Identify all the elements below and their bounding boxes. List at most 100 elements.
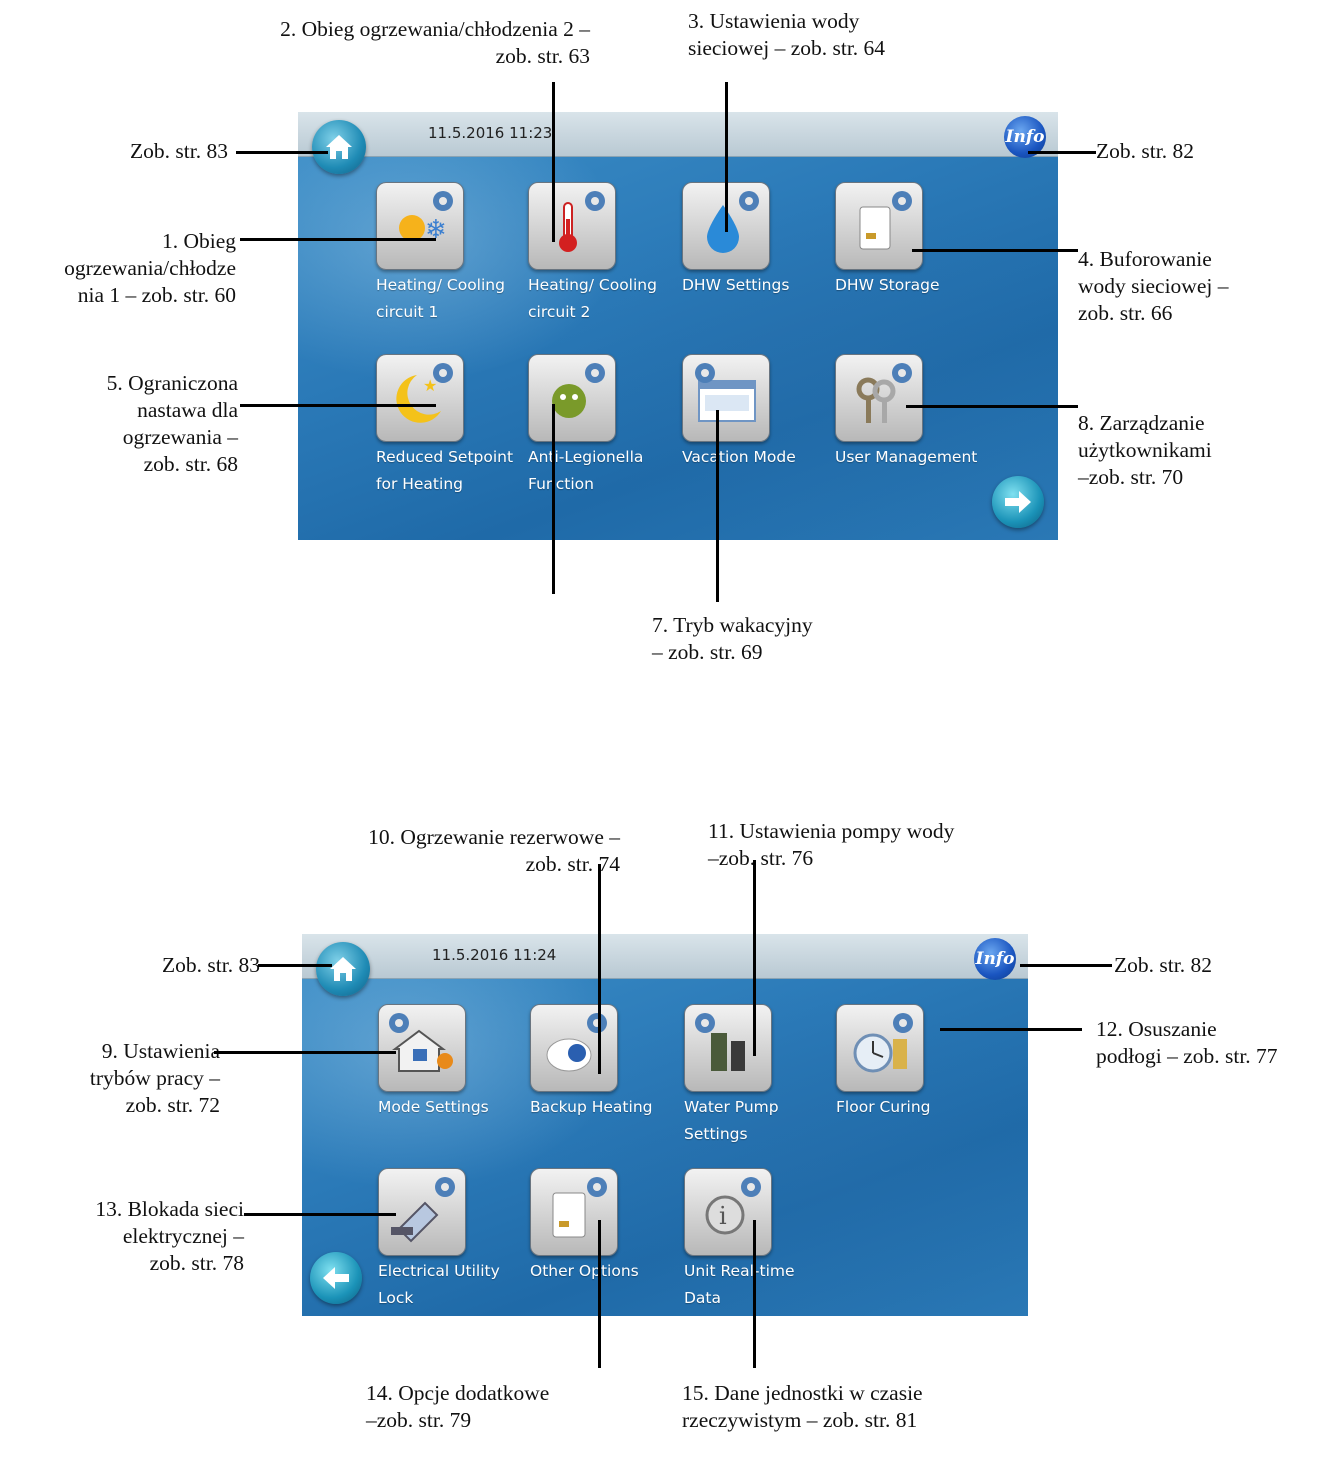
top-bar: 11.5.2016 11:24 xyxy=(302,934,1028,979)
tile-label: Reduced Setpoint for Heating xyxy=(376,448,514,493)
annotation-real-time-data: 15. Dane jednostki w czasie rzeczywistym… xyxy=(682,1381,923,1432)
annotation-reduced-setpoint: 5. Ograniczona nastawa dla ogrzewania – … xyxy=(106,371,238,476)
annotation-water-pump: 11. Ustawienia pompy wody –zob. str. 76 xyxy=(708,819,955,870)
info-icon: Info xyxy=(975,949,1015,969)
leader-line xyxy=(753,1220,756,1368)
tile-other-options[interactable]: Other Options xyxy=(530,1168,680,1285)
leader-line xyxy=(552,404,555,594)
tile-label: Other Options xyxy=(530,1262,639,1280)
tile-label: Vacation Mode xyxy=(682,448,796,466)
annotation-circuit-1: 1. Obieg ogrzewania/chłodze nia 1 – zob.… xyxy=(64,229,236,307)
house-flame-gear-icon xyxy=(378,1004,466,1092)
pump-gear-icon xyxy=(684,1004,772,1092)
tile-dhw-storage[interactable]: DHW Storage xyxy=(835,182,985,299)
tile-label: Floor Curing xyxy=(836,1098,931,1116)
tile-backup-heating[interactable]: Backup Heating xyxy=(530,1004,680,1121)
leader-line xyxy=(912,249,1078,252)
menu-screen-1: 11.5.2016 11:23 Info ❄ Heating/ Cooling … xyxy=(298,112,1058,540)
tile-user-management[interactable]: User Management xyxy=(835,354,985,471)
tile-label: DHW Settings xyxy=(682,276,790,294)
leader-line xyxy=(1020,964,1112,967)
tile-heating-cooling-circuit-1[interactable]: ❄ Heating/ Cooling circuit 1 xyxy=(376,182,526,326)
svg-text:i: i xyxy=(719,1202,727,1230)
leader-line xyxy=(598,864,601,1074)
top-bar: 11.5.2016 11:23 xyxy=(298,112,1058,157)
leader-line xyxy=(598,1220,601,1368)
tile-label: DHW Storage xyxy=(835,276,940,294)
annotation-floor-curing: 12. Osuszanie podłogi – zob. str. 77 xyxy=(1096,1017,1278,1068)
leader-line xyxy=(258,964,332,967)
leader-line xyxy=(725,82,728,232)
tile-dhw-settings[interactable]: DHW Settings xyxy=(682,182,832,299)
leader-line xyxy=(716,410,719,602)
back-page-button[interactable] xyxy=(310,1252,362,1304)
annotation-home-2: Zob. str. 83 xyxy=(162,953,260,977)
home-button[interactable] xyxy=(312,120,366,174)
annotation-other-options: 14. Opcje dodatkowe –zob. str. 79 xyxy=(366,1381,550,1432)
leader-line xyxy=(906,405,1078,408)
plug-gear-icon xyxy=(378,1168,466,1256)
leader-line xyxy=(214,1051,396,1054)
germ-gear-icon xyxy=(528,354,616,442)
info-button[interactable]: Info xyxy=(974,938,1016,980)
leader-line xyxy=(552,82,555,242)
leader-line xyxy=(753,860,756,1056)
tile-reduced-setpoint[interactable]: ★ Reduced Setpoint for Heating xyxy=(376,354,526,498)
tile-water-pump-settings[interactable]: Water Pump Settings xyxy=(684,1004,834,1148)
datetime: 11.5.2016 11:23 xyxy=(428,124,553,142)
tile-label: Heating/ Cooling circuit 1 xyxy=(376,276,505,321)
home-icon xyxy=(326,135,352,159)
clock-gear-icon xyxy=(836,1004,924,1092)
tile-label: Mode Settings xyxy=(378,1098,489,1116)
water-tank-gear-icon xyxy=(835,182,923,270)
next-page-button[interactable] xyxy=(992,476,1044,528)
annotation-mode-settings: 9. Ustawienia trybów pracy – zob. str. 7… xyxy=(89,1039,220,1117)
info-icon: Info xyxy=(1005,127,1045,147)
menu-screen-2: 11.5.2016 11:24 Info Mode Settings Backu… xyxy=(302,934,1028,1316)
leader-line xyxy=(240,404,436,407)
annotation-info-2: Zob. str. 82 xyxy=(1114,953,1212,977)
annotation-vacation-mode: 7. Tryb wakacyjny – zob. str. 69 xyxy=(652,613,813,664)
leader-line xyxy=(940,1028,1082,1031)
heater-gear-icon xyxy=(530,1004,618,1092)
datetime: 11.5.2016 11:24 xyxy=(432,946,557,964)
tile-label: Backup Heating xyxy=(530,1098,653,1116)
tile-label: User Management xyxy=(835,448,978,466)
tile-label: Electrical Utility Lock xyxy=(378,1262,500,1307)
tile-heating-cooling-circuit-2[interactable]: Heating/ Cooling circuit 2 xyxy=(528,182,678,326)
leader-line xyxy=(236,151,328,154)
home-icon xyxy=(330,957,356,981)
home-button[interactable] xyxy=(316,942,370,996)
leader-line xyxy=(240,238,436,241)
tile-electrical-utility-lock[interactable]: Electrical Utility Lock xyxy=(378,1168,528,1312)
leader-line xyxy=(1028,151,1096,154)
tile-label: Heating/ Cooling circuit 2 xyxy=(528,276,657,321)
thermometer-gear-icon xyxy=(528,182,616,270)
info-gear-icon: i xyxy=(684,1168,772,1256)
next-arrow-icon xyxy=(1005,491,1031,513)
tile-floor-curing[interactable]: Floor Curing xyxy=(836,1004,986,1121)
keys-gear-icon xyxy=(835,354,923,442)
sun-snowflake-gear-icon: ❄ xyxy=(376,182,464,270)
annotation-electrical-lock: 13. Blokada sieci elektrycznej – zob. st… xyxy=(95,1197,244,1275)
moon-star-gear-icon: ★ xyxy=(376,354,464,442)
annotation-user-management: 8. Zarządzanie użytkownikami –zob. str. … xyxy=(1078,411,1212,489)
unit-gear-icon xyxy=(530,1168,618,1256)
annotation-circuit-2: 2. Obieg ogrzewania/chłodzenia 2 – zob. … xyxy=(280,17,590,68)
leader-line xyxy=(244,1213,396,1216)
annotation-backup-heating: 10. Ogrzewanie rezerwowe – zob. str. 74 xyxy=(368,825,620,876)
tile-label: Water Pump Settings xyxy=(684,1098,779,1143)
tile-label: Anti-Legionella Function xyxy=(528,448,644,493)
annotation-home-1: Zob. str. 83 xyxy=(130,139,228,163)
tile-label: Unit Real-time Data xyxy=(684,1262,795,1307)
annotation-dhw-settings: 3. Ustawienia wody sieciowej – zob. str.… xyxy=(688,9,886,60)
tile-anti-legionella[interactable]: Anti-Legionella Function xyxy=(528,354,678,498)
svg-text:★: ★ xyxy=(423,378,437,395)
calendar-gear-icon xyxy=(682,354,770,442)
tile-vacation-mode[interactable]: Vacation Mode xyxy=(682,354,832,471)
back-arrow-icon xyxy=(323,1267,349,1289)
tile-mode-settings[interactable]: Mode Settings xyxy=(378,1004,528,1121)
tile-unit-real-time-data[interactable]: i Unit Real-time Data xyxy=(684,1168,834,1312)
annotation-info-1: Zob. str. 82 xyxy=(1096,139,1194,163)
annotation-dhw-storage: 4. Buforowanie wody sieciowej – zob. str… xyxy=(1078,247,1229,325)
